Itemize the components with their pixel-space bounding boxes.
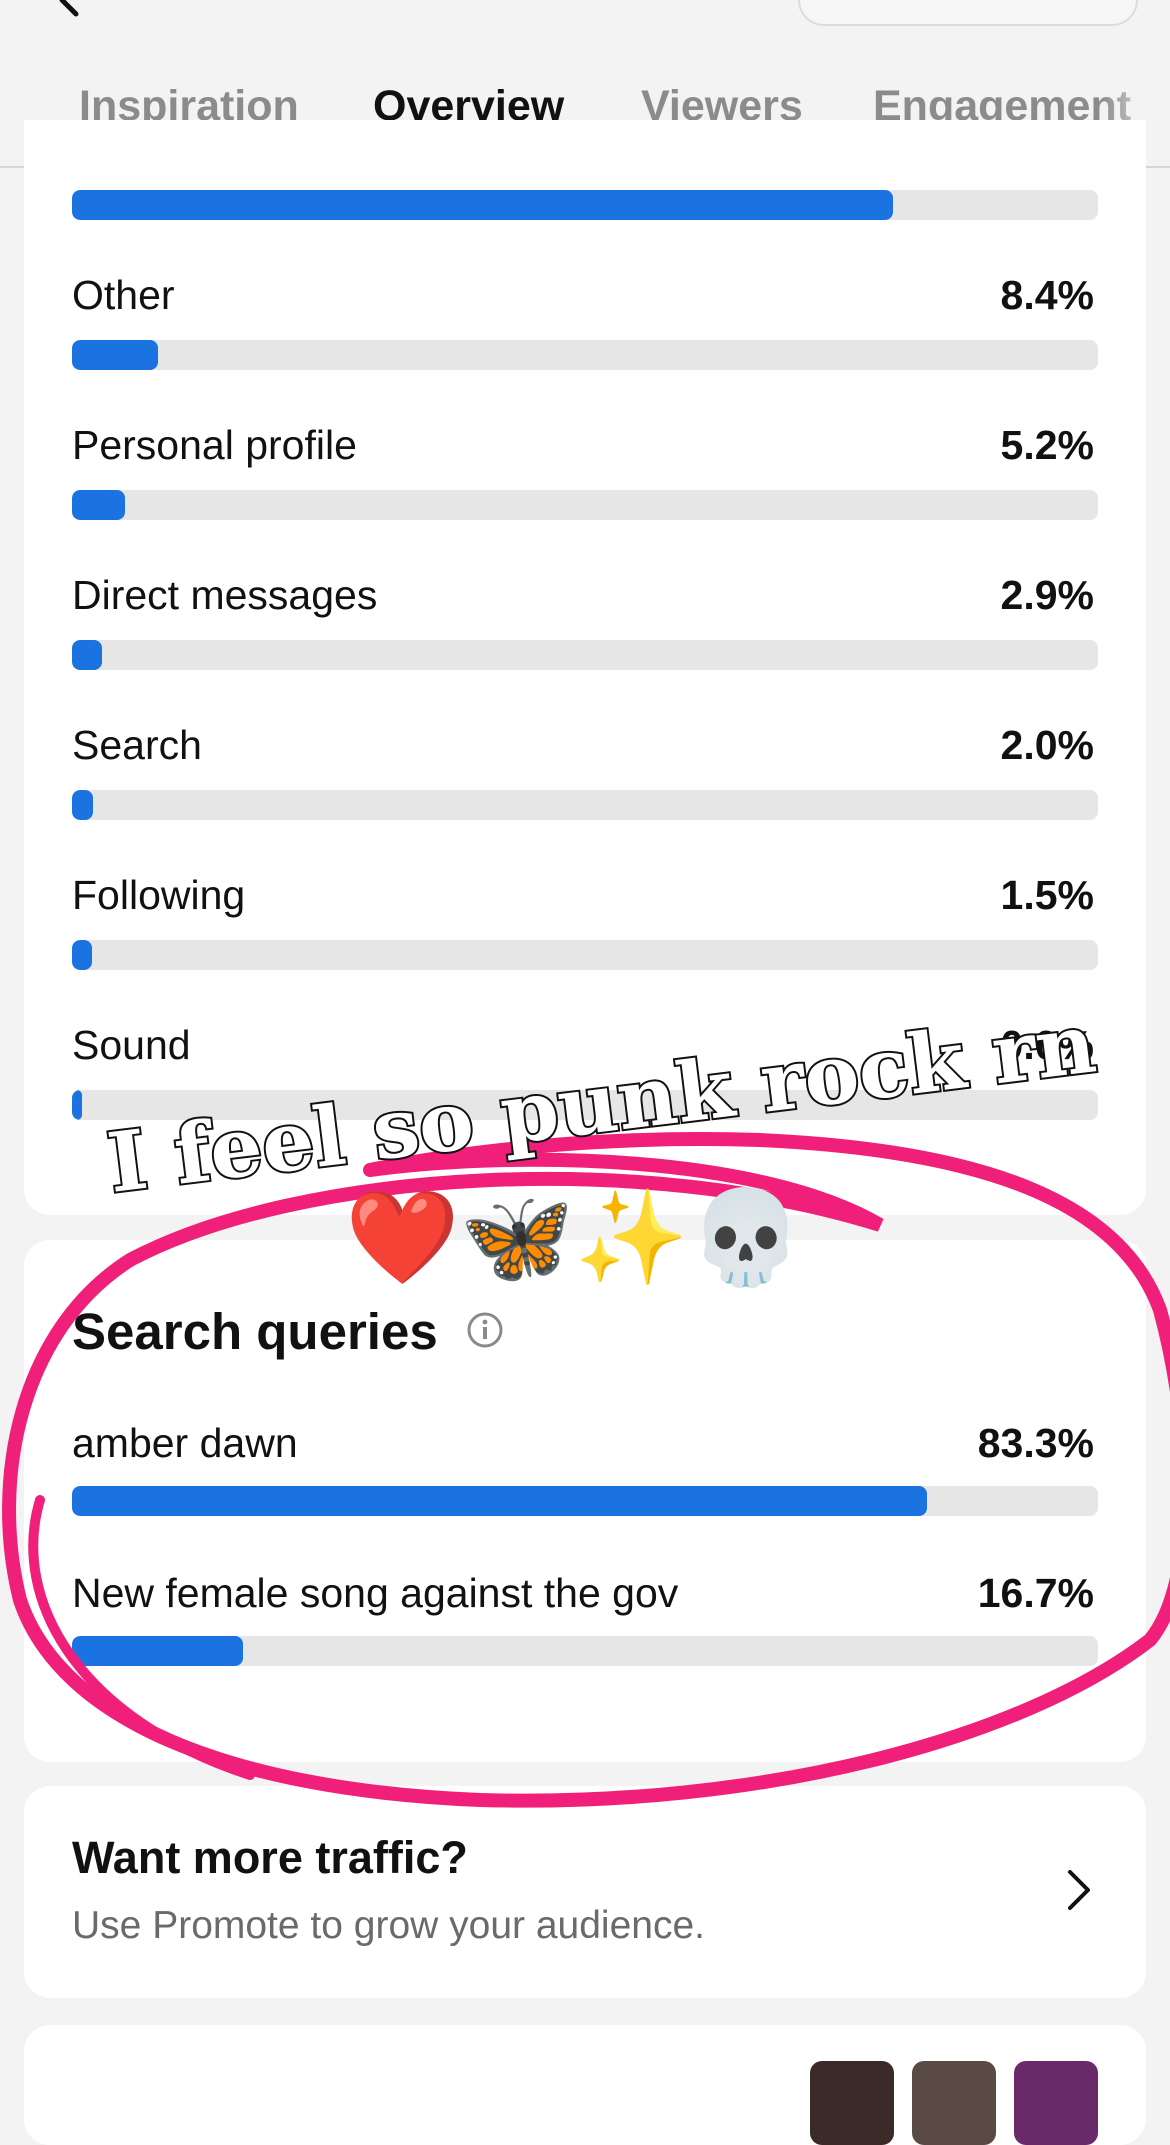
chevron-right-icon[interactable] [1064, 1866, 1096, 1914]
progress-track [72, 190, 1098, 220]
traffic-value: 2.9% [1000, 572, 1094, 618]
progress-track [72, 640, 1098, 670]
progress-fill [72, 1636, 244, 1666]
query-value: 83.3% [977, 1420, 1094, 1466]
date-range-selector[interactable] [798, 0, 1138, 26]
promo-title: Want more traffic? [72, 1832, 468, 1883]
traffic-label: Sound [72, 1022, 191, 1068]
traffic-label: Other [72, 272, 175, 318]
progress-fill [72, 1090, 82, 1120]
progress-track [72, 1486, 1098, 1516]
next-card[interactable] [24, 2025, 1146, 2145]
query-label: amber dawn [72, 1420, 298, 1466]
emoji-sticker: ❤️🦋✨💀 [345, 1187, 804, 1289]
progress-track [72, 940, 1098, 970]
traffic-source-card: Other 8.4% Personal profile 5.2% Direct … [24, 120, 1146, 1215]
promo-subtitle: Use Promote to grow your audience. [72, 1904, 705, 1947]
query-value: 16.7% [977, 1570, 1094, 1616]
progress-track [72, 790, 1098, 820]
traffic-value: 2.0% [1000, 722, 1094, 768]
promote-card[interactable]: Want more traffic? Use Promote to grow y… [24, 1786, 1146, 1998]
progress-fill [72, 490, 126, 520]
top-bar [0, 0, 1170, 60]
progress-fill [72, 190, 893, 220]
video-thumbnail[interactable] [912, 2061, 996, 2145]
traffic-value: 5.2% [1000, 422, 1094, 468]
traffic-value: 0.0% [1000, 1022, 1094, 1068]
info-icon[interactable] [466, 1311, 504, 1349]
section-title: Search queries [72, 1303, 438, 1360]
query-label: New female song against the gov [72, 1570, 679, 1616]
video-thumbnail[interactable] [810, 2061, 894, 2145]
progress-fill [72, 790, 93, 820]
progress-track [72, 1636, 1098, 1666]
traffic-value: 8.4% [1000, 272, 1094, 318]
progress-fill [72, 640, 102, 670]
traffic-label: Personal profile [72, 422, 357, 468]
traffic-label: Following [72, 872, 246, 918]
progress-fill [72, 1486, 927, 1516]
progress-fill [72, 340, 159, 370]
progress-track [72, 340, 1098, 370]
progress-fill [72, 940, 92, 970]
progress-track [72, 1090, 1098, 1120]
progress-track [72, 490, 1098, 520]
traffic-label: Search [72, 722, 202, 768]
traffic-label: Direct messages [72, 572, 378, 618]
back-arrow-icon[interactable] [50, 0, 90, 22]
traffic-value: 1.5% [1000, 872, 1094, 918]
video-thumbnail[interactable] [1014, 2061, 1098, 2145]
search-queries-card: Search queries amber dawn 83.3% New fema… [24, 1240, 1146, 1762]
